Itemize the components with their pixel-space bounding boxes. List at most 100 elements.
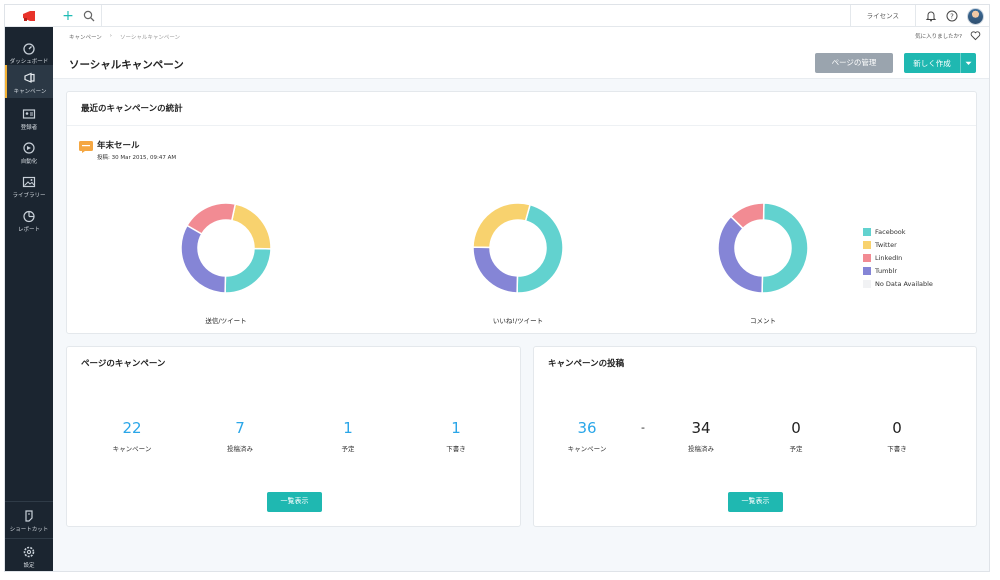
pie-chart-icon — [23, 210, 35, 223]
sidebar-item-dashboard[interactable]: ダッシュボード — [5, 35, 53, 65]
stat-value: 22 — [122, 419, 142, 437]
topbar: + ライセンス ? — [53, 5, 989, 27]
donut-chart-likes — [472, 202, 564, 294]
sidebar-item-label: ショートカット — [9, 527, 49, 533]
legend-label: Twitter — [875, 240, 897, 249]
stat-posted[interactable]: 34 投稿済み — [656, 419, 746, 453]
stat-value: 7 — [235, 419, 245, 437]
gauge-icon — [23, 43, 35, 55]
campaign-posts-card: キャンペーンの投稿 36 キャンペーン - 34 投稿済み 0 予定 0 下書き… — [533, 346, 977, 527]
legend-item-tumblr[interactable]: Tumblr — [863, 264, 933, 277]
donut-slice-tumblr[interactable] — [180, 224, 227, 294]
create-new-button[interactable]: 新しく作成 — [904, 53, 976, 73]
view-list-button[interactable]: 一覧表示 — [728, 492, 783, 512]
avatar[interactable] — [967, 7, 984, 25]
stat-value: 34 — [691, 419, 711, 437]
breadcrumb: キャンペーン › ソーシャルキャンペーン — [69, 33, 180, 41]
help-icon[interactable]: ? — [946, 10, 958, 22]
sidebar-item-label: 登録者 — [20, 125, 38, 131]
stat-scheduled[interactable]: 0 予定 — [751, 419, 841, 453]
sidebar: ダッシュボード キャンペーン 登録者 自動化 ライブラリー レポート ショートカ… — [5, 5, 53, 571]
donut-slice-twitter[interactable] — [230, 203, 272, 250]
favorite-prompt-text: 気に入りましたか? — [915, 33, 962, 40]
donut-slice-twitter[interactable] — [472, 202, 531, 249]
breadcrumb-parent[interactable]: キャンペーン — [69, 33, 102, 41]
donut-label-likes: いいね!/ツイート — [492, 317, 544, 325]
sidebar-item-shortcuts[interactable]: ショートカット — [5, 503, 53, 537]
stat-campaigns[interactable]: 36 キャンペーン — [542, 419, 632, 453]
manage-pages-button[interactable]: ページの管理 — [815, 53, 893, 73]
sidebar-item-label: 設定 — [23, 563, 35, 569]
stat-value: 36 — [577, 419, 597, 437]
view-list-button[interactable]: 一覧表示 — [267, 492, 322, 512]
legend-item-twitter[interactable]: Twitter — [863, 238, 933, 251]
card-title: ページのキャンペーン — [81, 359, 166, 369]
stat-scheduled[interactable]: 1 予定 — [303, 419, 393, 453]
svg-text:?: ? — [950, 12, 954, 20]
donut-label-sends: 送信/ツイート — [205, 317, 247, 325]
plus-icon[interactable]: + — [61, 9, 75, 23]
donut-chart-sends — [180, 202, 272, 294]
stat-value: 0 — [791, 419, 801, 437]
sidebar-divider — [5, 501, 53, 502]
favorite-prompt: 気に入りましたか? — [915, 30, 981, 41]
heart-icon[interactable] — [970, 30, 981, 41]
donut-slice-tumblr[interactable] — [717, 215, 764, 294]
gear-icon — [23, 546, 35, 558]
caret-down-icon[interactable] — [960, 53, 976, 73]
legend-swatch — [863, 227, 871, 236]
legend-swatch — [863, 279, 871, 288]
stat-label: 下書き — [446, 445, 466, 453]
sidebar-item-reports[interactable]: レポート — [5, 203, 53, 233]
sidebar-item-label: 自動化 — [20, 159, 38, 165]
app-window: ダッシュボード キャンペーン 登録者 自動化 ライブラリー レポート ショートカ… — [4, 4, 990, 572]
bell-icon[interactable] — [925, 10, 937, 22]
card-title: 最近のキャンペーンの統計 — [81, 104, 183, 114]
stat-label: キャンペーン — [567, 445, 607, 453]
megaphone-logo-icon — [23, 10, 35, 21]
chart-legend: Facebook Twitter LinkedIn Tumblr No Data… — [863, 225, 933, 290]
sidebar-item-label: レポート — [17, 227, 40, 233]
legend-label: No Data Available — [875, 279, 933, 288]
recent-campaign-stats-card: 最近のキャンペーンの統計 年末セール 投稿: 30 Mar 2015, 09:4… — [66, 91, 977, 334]
legend-swatch — [863, 266, 871, 275]
stat-drafts[interactable]: 1 下書き — [411, 419, 501, 453]
stat-label: キャンペーン — [112, 445, 152, 453]
stat-label: 予定 — [789, 445, 803, 453]
donut-chart-comments — [717, 202, 809, 294]
legend-item-facebook[interactable]: Facebook — [863, 225, 933, 238]
search-icon[interactable] — [83, 10, 95, 22]
automation-icon — [23, 142, 35, 154]
sidebar-item-subscribers[interactable]: 登録者 — [5, 101, 53, 131]
breadcrumb-current: ソーシャルキャンペーン — [119, 35, 181, 41]
page-title: ソーシャルキャンペーン — [69, 59, 184, 71]
sidebar-item-campaigns[interactable]: キャンペーン — [5, 65, 53, 98]
app-logo[interactable] — [5, 5, 53, 27]
donut-slice-tumblr[interactable] — [472, 246, 519, 294]
campaign-name: 年末セール — [97, 141, 140, 151]
page-header: キャンペーン › ソーシャルキャンペーン 気に入りましたか? ソーシャルキャンペ… — [53, 27, 989, 79]
create-new-label: 新しく作成 — [913, 58, 951, 68]
donut-slice-facebook[interactable] — [224, 247, 272, 294]
card-title: キャンペーンの投稿 — [548, 359, 625, 369]
topbar-divider — [101, 5, 102, 27]
sidebar-item-automation[interactable]: 自動化 — [5, 135, 53, 165]
stat-campaigns[interactable]: 22 キャンペーン — [87, 419, 177, 453]
stat-label: 下書き — [887, 445, 907, 453]
stat-label: 投稿済み — [227, 445, 253, 453]
sidebar-item-label: ライブラリー — [12, 193, 46, 199]
legend-item-linkedin[interactable]: LinkedIn — [863, 251, 933, 264]
topbar-right: ライセンス ? — [849, 5, 989, 27]
stat-value: 1 — [451, 419, 461, 437]
legend-swatch — [863, 240, 871, 249]
campaign-posted-date: 投稿: 30 Mar 2015, 09:47 AM — [97, 155, 177, 161]
image-icon — [22, 176, 36, 188]
stat-posted[interactable]: 7 投稿済み — [195, 419, 285, 453]
sidebar-item-library[interactable]: ライブラリー — [5, 169, 53, 199]
shortcut-icon — [25, 510, 33, 522]
sidebar-item-label: ダッシュボード — [9, 59, 49, 65]
donut-slice-facebook[interactable] — [761, 202, 809, 294]
sidebar-item-settings[interactable]: 設定 — [5, 539, 53, 571]
license-link[interactable]: ライセンス — [849, 5, 916, 27]
stat-drafts[interactable]: 0 下書き — [852, 419, 942, 453]
